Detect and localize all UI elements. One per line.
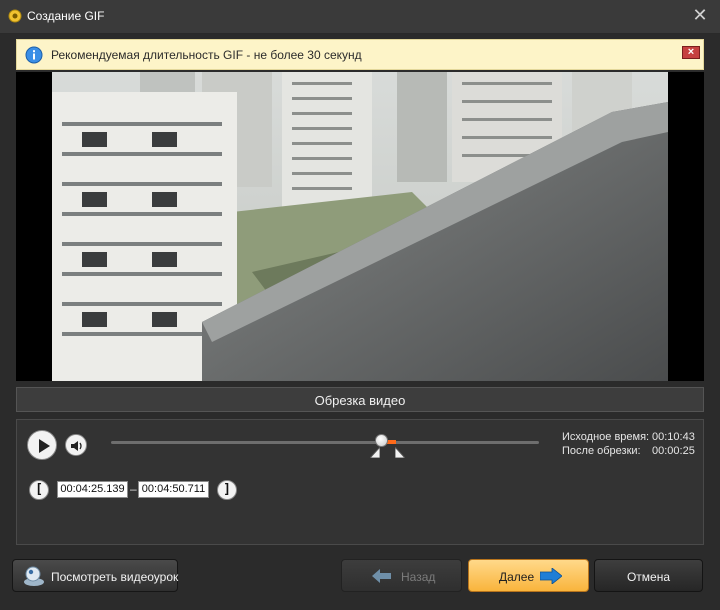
source-duration-label: Исходное время: — [562, 431, 650, 443]
cancel-label: Отмена — [626, 570, 671, 584]
source-duration-value: 00:10:43 — [652, 431, 695, 443]
timeline-track[interactable] — [111, 441, 539, 444]
app-logo-icon — [8, 9, 22, 23]
section-header: Обрезка видео — [16, 387, 704, 412]
title-bar: Создание GIF ✕ — [0, 0, 720, 34]
trim-end-handle[interactable] — [395, 447, 406, 458]
video-frame-image — [52, 72, 668, 381]
back-button[interactable]: Назад — [341, 559, 462, 592]
back-label: Назад — [401, 570, 436, 584]
watch-tutorial-button[interactable]: Посмотреть видеоурок — [12, 559, 178, 592]
playhead-knob[interactable] — [374, 434, 388, 447]
trimmed-duration-label: После обрезки: — [562, 445, 641, 457]
trim-panel: Исходное время: 00:10:43 После обрезки: … — [16, 419, 704, 545]
arrow-right-icon — [540, 568, 562, 584]
banner-message: Рекомендуемая длительность GIF - не боле… — [51, 48, 362, 62]
cancel-button[interactable]: Отмена — [594, 559, 703, 592]
window-title: Создание GIF — [27, 9, 105, 23]
trim-start-handle[interactable] — [370, 447, 381, 458]
close-icon[interactable]: ✕ — [690, 5, 710, 25]
trimmed-duration-value: 00:00:25 — [652, 445, 695, 457]
info-icon — [25, 46, 43, 64]
time-separator: – — [130, 482, 137, 496]
tutorial-icon — [24, 566, 44, 586]
next-label: Далее — [499, 570, 535, 584]
play-icon[interactable] — [27, 430, 57, 460]
end-time-field[interactable]: 00:04:50.711 — [138, 481, 209, 498]
video-preview[interactable] — [16, 72, 704, 381]
speaker-icon — [71, 441, 82, 451]
info-banner: Рекомендуемая длительность GIF - не боле… — [16, 39, 704, 70]
set-end-button[interactable]: ] — [217, 480, 237, 500]
volume-icon[interactable] — [65, 434, 87, 456]
start-time-field[interactable]: 00:04:25.139 — [57, 481, 128, 498]
next-button[interactable]: Далее — [468, 559, 589, 592]
watch-tutorial-label: Посмотреть видеоурок — [51, 570, 179, 584]
arrow-left-icon — [372, 569, 391, 583]
banner-close-icon[interactable]: × — [682, 46, 700, 59]
section-title: Обрезка видео — [314, 393, 406, 408]
set-start-button[interactable]: [ — [29, 480, 49, 500]
